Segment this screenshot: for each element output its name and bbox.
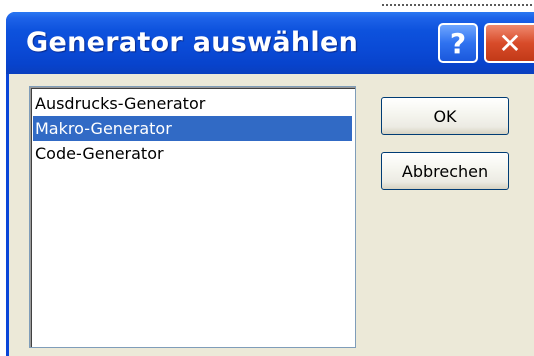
- help-icon: ?: [449, 26, 467, 60]
- list-item-makro-generator[interactable]: Makro-Generator: [33, 116, 352, 141]
- dialog-title: Generator auswählen: [26, 27, 359, 58]
- ok-button[interactable]: OK: [381, 97, 509, 135]
- dialog-body: Ausdrucks-Generator Makro-Generator Code…: [9, 74, 534, 356]
- close-icon: ✕: [498, 26, 522, 60]
- title-bar[interactable]: Generator auswählen ? ✕: [6, 12, 534, 74]
- help-button[interactable]: ?: [438, 23, 478, 63]
- background-document-strip: [0, 0, 534, 12]
- generator-list[interactable]: Ausdrucks-Generator Makro-Generator Code…: [29, 86, 356, 348]
- close-button[interactable]: ✕: [484, 23, 534, 63]
- dotted-separator: [382, 4, 532, 11]
- generator-dialog: Generator auswählen ? ✕ Ausdrucks-Genera…: [6, 12, 534, 356]
- list-item-ausdrucks-generator[interactable]: Ausdrucks-Generator: [33, 91, 352, 116]
- list-item-code-generator[interactable]: Code-Generator: [33, 141, 352, 166]
- cancel-button[interactable]: Abbrechen: [381, 152, 509, 190]
